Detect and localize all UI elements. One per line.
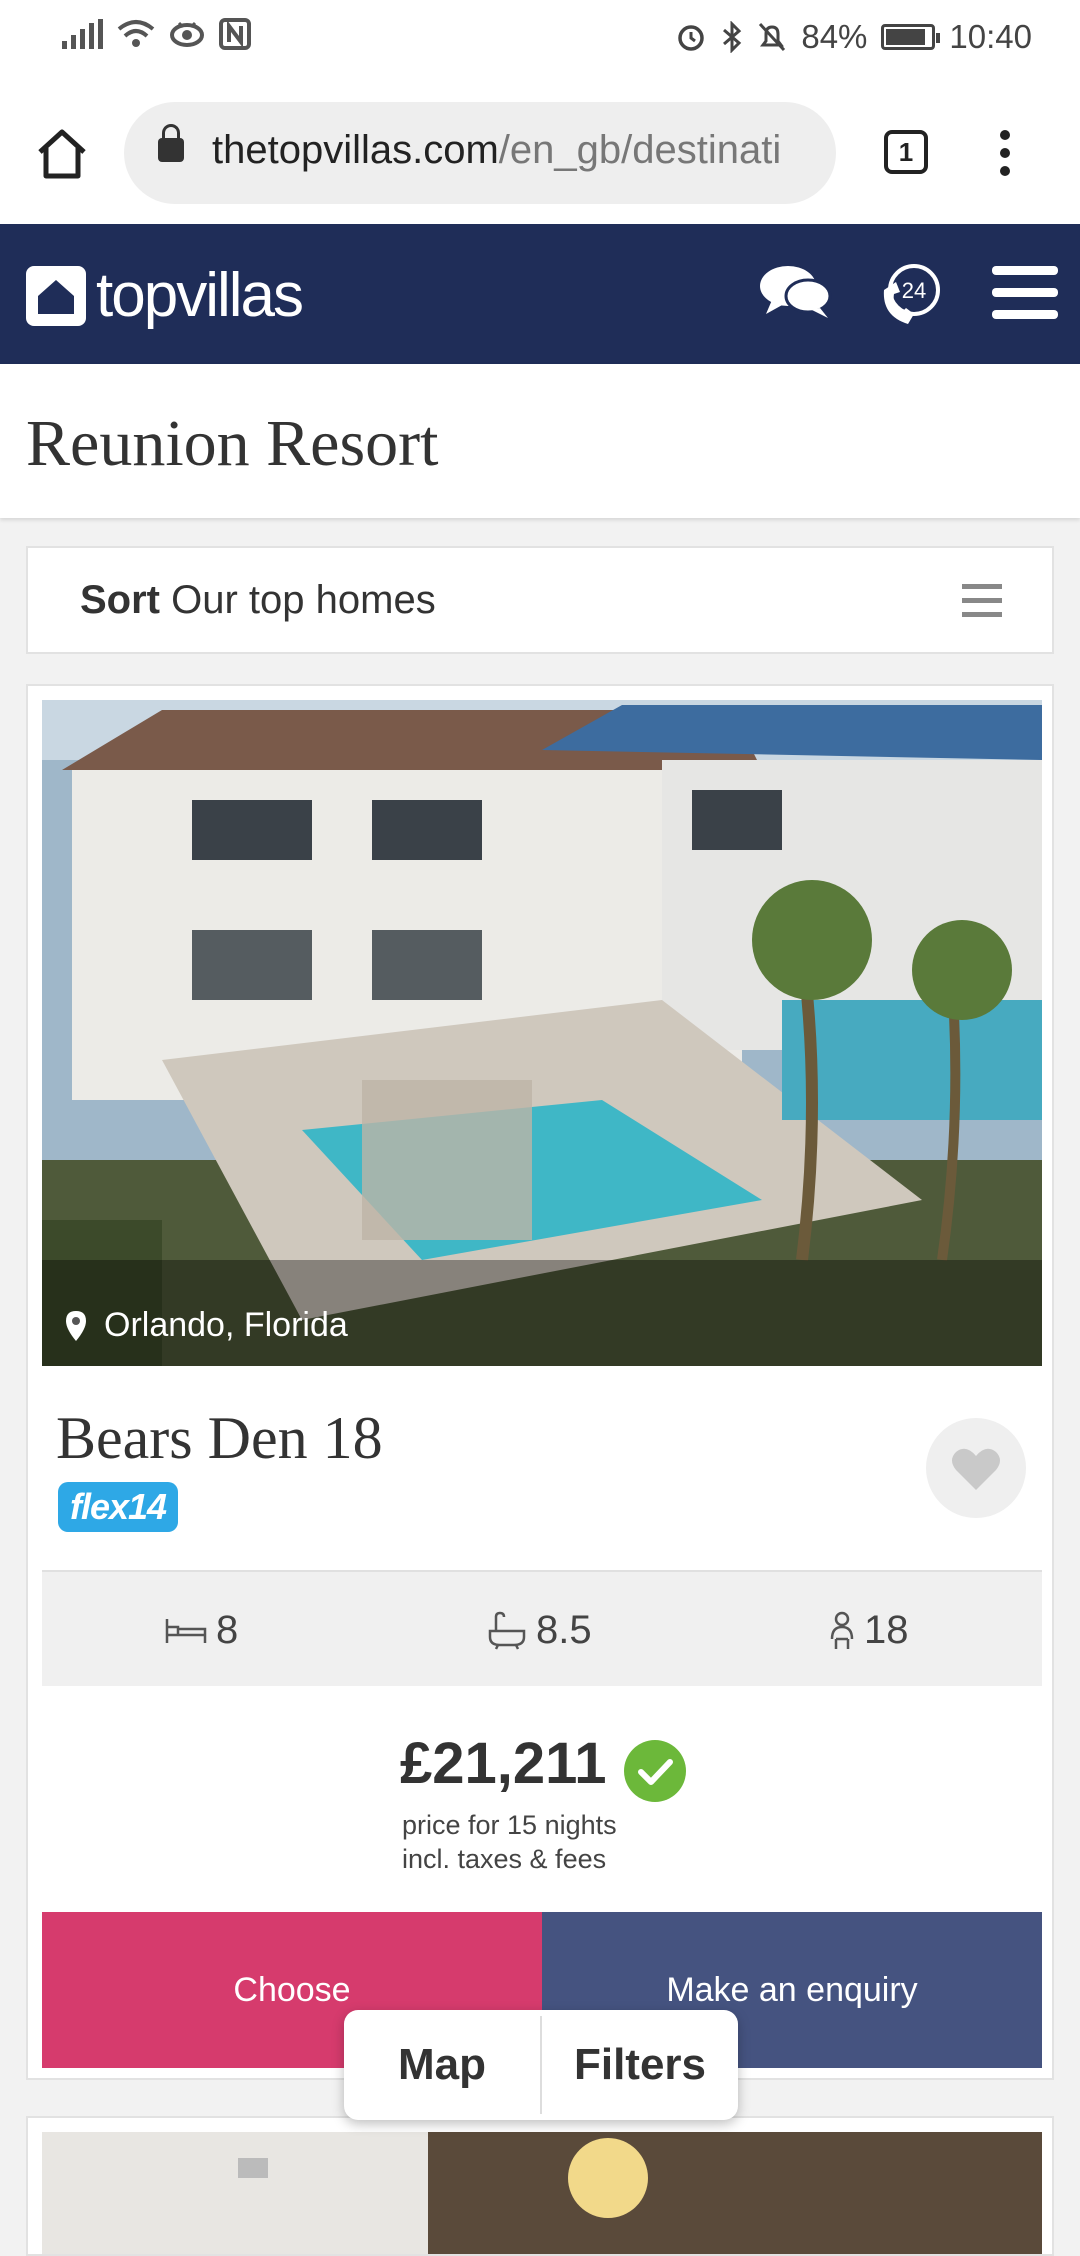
location-label: Orlando, Florida [64, 1306, 348, 1345]
phone-badge: 24 [902, 278, 926, 303]
favorite-button[interactable] [926, 1418, 1026, 1518]
battery-icon [881, 24, 941, 50]
heart-icon [952, 1448, 1000, 1490]
eye-icon [170, 21, 204, 47]
address-bar[interactable]: thetopvillas.com/en_gb/destinati [124, 102, 836, 204]
bath-icon [488, 1611, 526, 1650]
page-title: Reunion Resort [26, 407, 439, 480]
more-menu-icon[interactable] [1000, 130, 1010, 180]
nfc-icon [219, 18, 251, 50]
bathrooms: 8.5 [486, 1608, 592, 1653]
phone-24-icon[interactable]: 24 [876, 260, 946, 330]
battery-percent: 84% [801, 18, 868, 55]
price-amount: £21,211 [400, 1731, 607, 1796]
menu-icon[interactable] [992, 266, 1058, 332]
map-filters-bar: Map Filters [344, 2010, 738, 2120]
listing-card[interactable]: Orlando, Florida Bears Den 18 flex14 8 8… [26, 684, 1054, 2080]
signal-icon [62, 19, 103, 49]
tab-switcher-button[interactable]: 1 [884, 130, 928, 174]
guests: 18 [828, 1608, 909, 1653]
villa-photo[interactable]: Orlando, Florida [42, 700, 1042, 1366]
features-row: 8 8.5 18 [42, 1570, 1042, 1686]
site-header: topvillas 24 [0, 224, 1080, 364]
lock-icon [158, 124, 184, 162]
url-text[interactable]: thetopvillas.com/en_gb/destinati [212, 128, 812, 173]
sort-dropdown[interactable]: Sort Our top homes [26, 546, 1054, 654]
next-listing-card[interactable] [26, 2116, 1054, 2256]
alarm-icon [678, 25, 705, 51]
sort-label: Sort Our top homes [80, 578, 436, 622]
wifi-icon [117, 20, 155, 47]
browser-toolbar: thetopvillas.com/en_gb/destinati 1 [0, 80, 1080, 224]
flex-badge: flex14 [58, 1482, 179, 1532]
site-logo[interactable]: topvillas [26, 260, 304, 331]
villa-photo-illustration [42, 700, 1042, 1366]
status-bar: 84% 10:40 [0, 0, 1080, 80]
home-icon[interactable] [30, 122, 94, 186]
map-button[interactable]: Map [344, 2010, 540, 2120]
sort-list-icon [962, 584, 1002, 626]
next-villa-photo [42, 2132, 1042, 2254]
title-bar: Reunion Resort [0, 364, 1080, 518]
price-details: price for 15 nights incl. taxes & fees [402, 1810, 617, 1874]
guest-icon [830, 1611, 854, 1649]
check-icon [624, 1740, 686, 1802]
bluetooth-icon [723, 21, 742, 53]
mute-icon [759, 22, 786, 52]
villa-name[interactable]: Bears Den 18 [56, 1404, 383, 1473]
chat-icon[interactable] [758, 260, 834, 324]
filters-button[interactable]: Filters [542, 2010, 738, 2120]
clock: 10:40 [949, 18, 1032, 55]
map-pin-icon [66, 1310, 86, 1341]
price-block: £21,211 price for 15 nights incl. taxes … [42, 1686, 1042, 1912]
logo-house-icon [26, 265, 86, 326]
bedrooms: 8 [164, 1608, 238, 1653]
bed-icon [165, 1618, 207, 1643]
logo-text: topvillas [96, 261, 304, 330]
